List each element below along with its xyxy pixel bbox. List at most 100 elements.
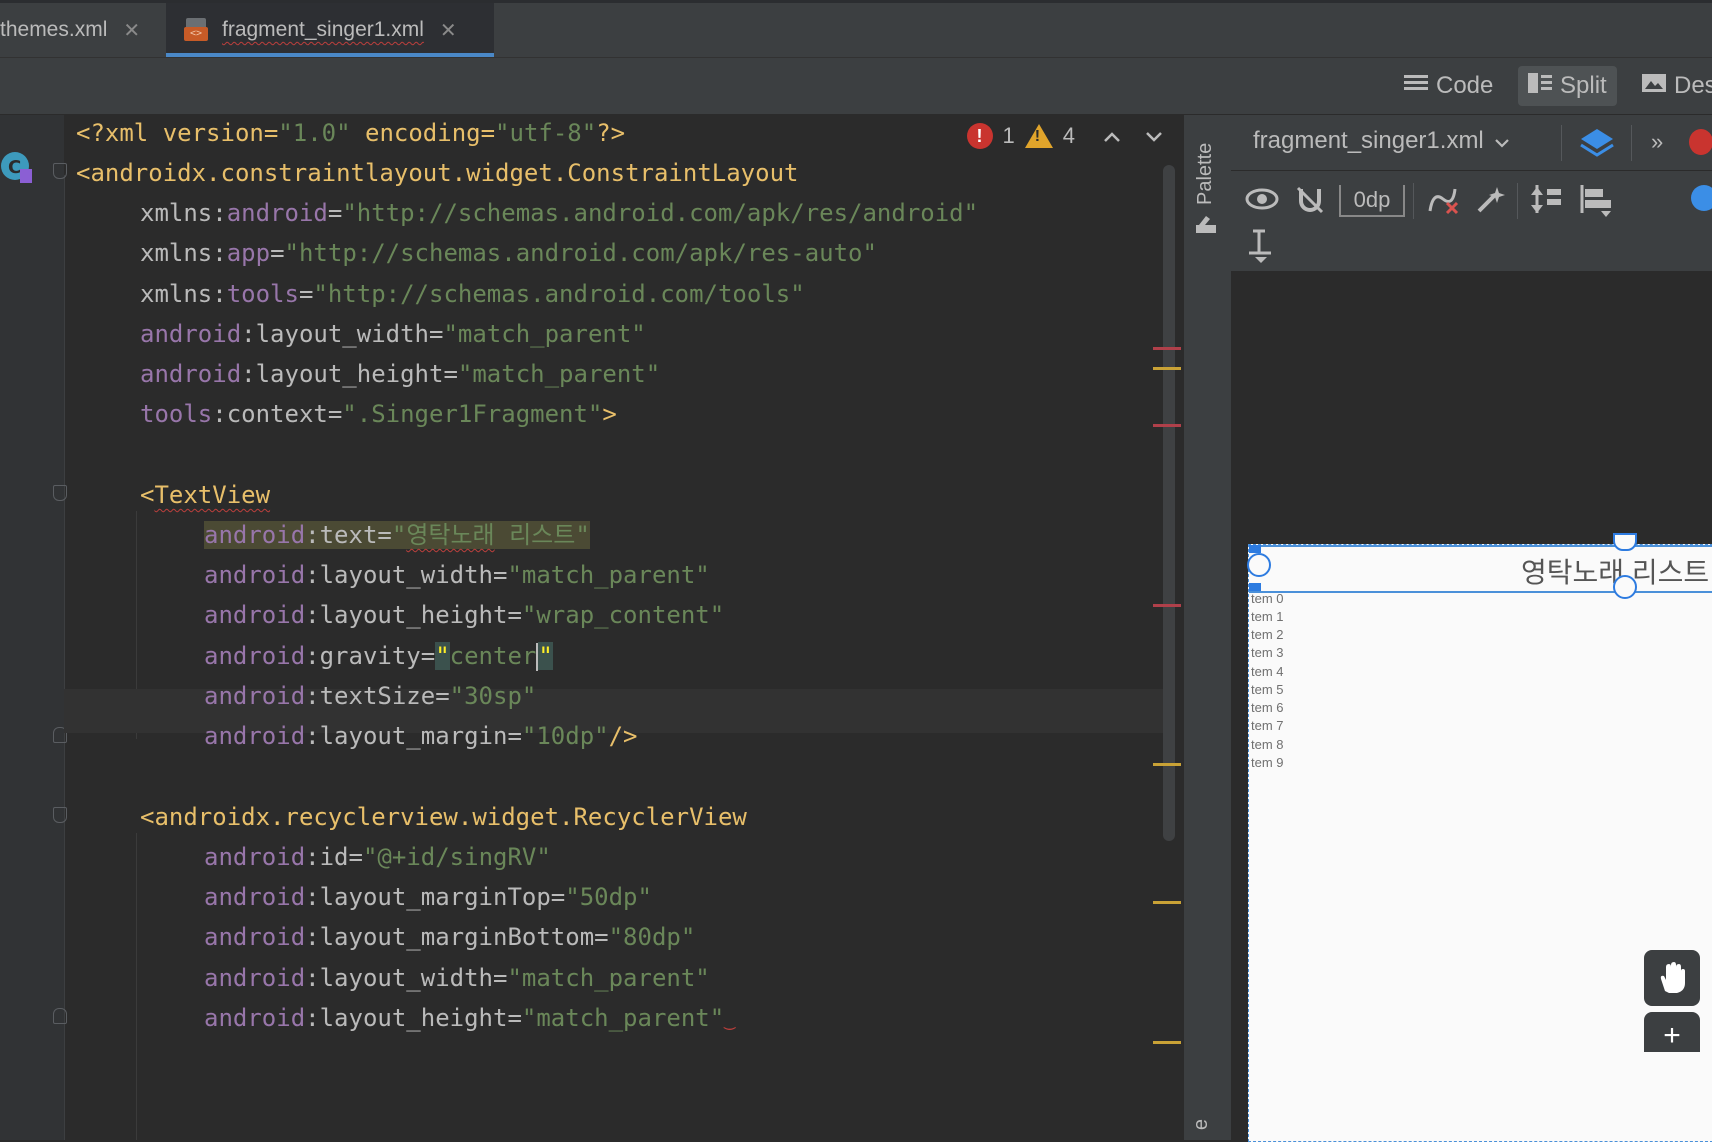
kotlin-class-gutter-icon[interactable]: C xyxy=(0,151,34,185)
code-line: xmlns:app="http://schemas.android.com/ap… xyxy=(140,239,877,267)
device-preview[interactable]: 영탁노래 리스트 tem 0 tem 1 tem 2 tem 3 tem 4 t… xyxy=(1247,533,1712,1142)
fold-marker[interactable] xyxy=(53,1008,67,1024)
tab-label: themes.xml xyxy=(0,18,108,41)
resize-handle[interactable] xyxy=(1249,545,1261,553)
palette-tool-strip: Palette e xyxy=(1183,115,1232,1140)
code-line: android:layout_height="wrap_content" xyxy=(204,601,725,629)
tab-fragment-singer1-xml[interactable]: <> fragment_singer1.xml ✕ xyxy=(166,3,494,57)
hand-icon xyxy=(1660,962,1685,993)
xml-file-icon: <> xyxy=(184,18,208,42)
code-line: xmlns:tools="http://schemas.android.com/… xyxy=(140,280,805,308)
warning-count: 4 xyxy=(1062,123,1075,148)
constraint-handle[interactable] xyxy=(1613,533,1637,551)
error-stripe-marker[interactable] xyxy=(1153,347,1181,350)
code-line: <TextView xyxy=(140,481,271,509)
warning-stripe-marker[interactable] xyxy=(1153,901,1181,904)
pan-hand-button[interactable] xyxy=(1644,950,1700,1006)
bottom-strip-label[interactable]: e xyxy=(1190,1119,1213,1130)
editor-gutter xyxy=(0,115,64,1140)
code-line: xmlns:android="http://schemas.android.co… xyxy=(140,199,979,227)
eye-icon[interactable] xyxy=(1245,187,1279,216)
code-view-label: Code xyxy=(1436,72,1494,99)
warning-stripe-marker[interactable] xyxy=(1153,763,1181,766)
error-icon[interactable] xyxy=(1689,129,1712,155)
design-view-button[interactable]: Des xyxy=(1632,66,1712,106)
error-count: 1 xyxy=(1002,123,1015,148)
zoom-in-button[interactable]: + xyxy=(1644,1012,1700,1052)
list-item: tem 2 xyxy=(1251,627,1284,642)
overflow-chevron-icon[interactable]: » xyxy=(1651,129,1663,155)
xml-code-editor[interactable]: C ! 1 ! 4 <?xml version="1.0" encoding="… xyxy=(0,115,1183,1140)
layers-icon[interactable] xyxy=(1579,127,1615,164)
fold-marker[interactable] xyxy=(53,807,67,823)
list-item: tem 1 xyxy=(1251,609,1284,624)
design-toolbar: 0dp xyxy=(1231,171,1712,272)
chevron-down-icon[interactable] xyxy=(1145,123,1163,149)
tab-label: fragment_singer1.xml xyxy=(222,18,424,41)
palette-label: Palette xyxy=(1194,142,1216,205)
fold-marker[interactable] xyxy=(53,163,67,179)
inspections-widget[interactable]: ! 1 ! 4 xyxy=(966,123,1164,149)
separator xyxy=(1561,125,1562,161)
error-stripe-marker[interactable] xyxy=(1153,604,1181,607)
code-line: android:gravity="center" xyxy=(204,642,553,671)
split-icon xyxy=(1528,72,1552,101)
clear-constraints-icon[interactable] xyxy=(1427,185,1461,220)
code-line: android:layout_width="match_parent" xyxy=(204,561,710,589)
code-line: <androidx.recyclerview.widget.RecyclerVi… xyxy=(140,803,747,831)
code-line: tools:context=".Singer1Fragment"> xyxy=(140,400,617,428)
layout-design-panel: fragment_singer1.xml » 0dp 영탁노래 리스트 tem … xyxy=(1231,115,1712,1142)
split-view-button[interactable]: Split xyxy=(1518,66,1617,106)
align-left-icon[interactable] xyxy=(1579,183,1613,222)
code-view-button[interactable]: Code xyxy=(1394,66,1503,106)
warning-stripe-marker[interactable] xyxy=(1153,367,1181,370)
list-item: tem 3 xyxy=(1251,645,1284,660)
default-margin-value: 0dp xyxy=(1353,187,1391,212)
design-canvas[interactable]: 영탁노래 리스트 tem 0 tem 1 tem 2 tem 3 tem 4 t… xyxy=(1231,272,1712,1142)
magnet-off-icon[interactable] xyxy=(1295,185,1325,220)
constraint-handle[interactable] xyxy=(1613,575,1637,599)
error-icon: ! xyxy=(966,123,993,149)
chevron-down-icon xyxy=(1494,127,1510,155)
editor-tab-bar: themes.xml ✕ <> fragment_singer1.xml ✕ xyxy=(0,0,1712,58)
editor-scrollbar[interactable] xyxy=(1163,165,1175,841)
list-item: tem 6 xyxy=(1251,700,1284,715)
fold-marker[interactable] xyxy=(53,485,67,501)
magic-wand-icon[interactable] xyxy=(1475,185,1505,220)
pack-icon[interactable] xyxy=(1529,183,1563,222)
close-icon[interactable]: ✕ xyxy=(440,18,457,43)
code-line: <?xml version="1.0" encoding="utf-8"?> xyxy=(76,119,626,147)
list-item: tem 7 xyxy=(1251,718,1284,733)
layout-file-dropdown[interactable]: fragment_singer1.xml xyxy=(1253,127,1510,155)
textview-selection[interactable]: 영탁노래 리스트 xyxy=(1249,545,1712,593)
guidelines-icon[interactable] xyxy=(1247,229,1277,268)
layout-file-label: fragment_singer1.xml xyxy=(1253,127,1484,154)
indent-guide xyxy=(136,833,137,1140)
default-margin-field[interactable]: 0dp xyxy=(1339,185,1405,217)
view-mode-toolbar: Code Split Des xyxy=(0,58,1712,115)
resize-handle[interactable] xyxy=(1249,583,1261,591)
code-line: android:layout_height="match_parent"‿ xyxy=(204,1004,736,1032)
warning-icon: ! xyxy=(1024,124,1053,148)
code-line: android:layout_marginTop="50dp" xyxy=(204,883,652,911)
design-header: fragment_singer1.xml » xyxy=(1231,115,1712,171)
code-line: <androidx.constraintlayout.widget.Constr… xyxy=(76,159,799,187)
lines-icon xyxy=(1404,72,1428,100)
image-icon xyxy=(1642,72,1666,100)
code-line: android:id="@+id/singRV" xyxy=(204,843,551,871)
code-line: android:text="영탁노래 리스트" xyxy=(204,521,590,549)
list-item: tem 4 xyxy=(1251,664,1284,679)
tab-themes-xml[interactable]: themes.xml ✕ xyxy=(0,3,164,57)
close-icon[interactable]: ✕ xyxy=(123,18,140,43)
code-line: android:layout_marginBottom="80dp" xyxy=(204,923,696,951)
help-icon[interactable] xyxy=(1691,185,1712,211)
code-line: android:layout_height="match_parent" xyxy=(140,360,661,388)
separator xyxy=(1413,183,1414,219)
separator xyxy=(1517,183,1518,219)
separator xyxy=(1631,125,1632,161)
warning-stripe-marker[interactable] xyxy=(1153,1041,1181,1044)
chevron-up-icon[interactable] xyxy=(1103,123,1121,149)
list-item: tem 5 xyxy=(1251,682,1284,697)
error-stripe-marker[interactable] xyxy=(1153,424,1181,427)
constraint-handle[interactable] xyxy=(1247,553,1271,577)
